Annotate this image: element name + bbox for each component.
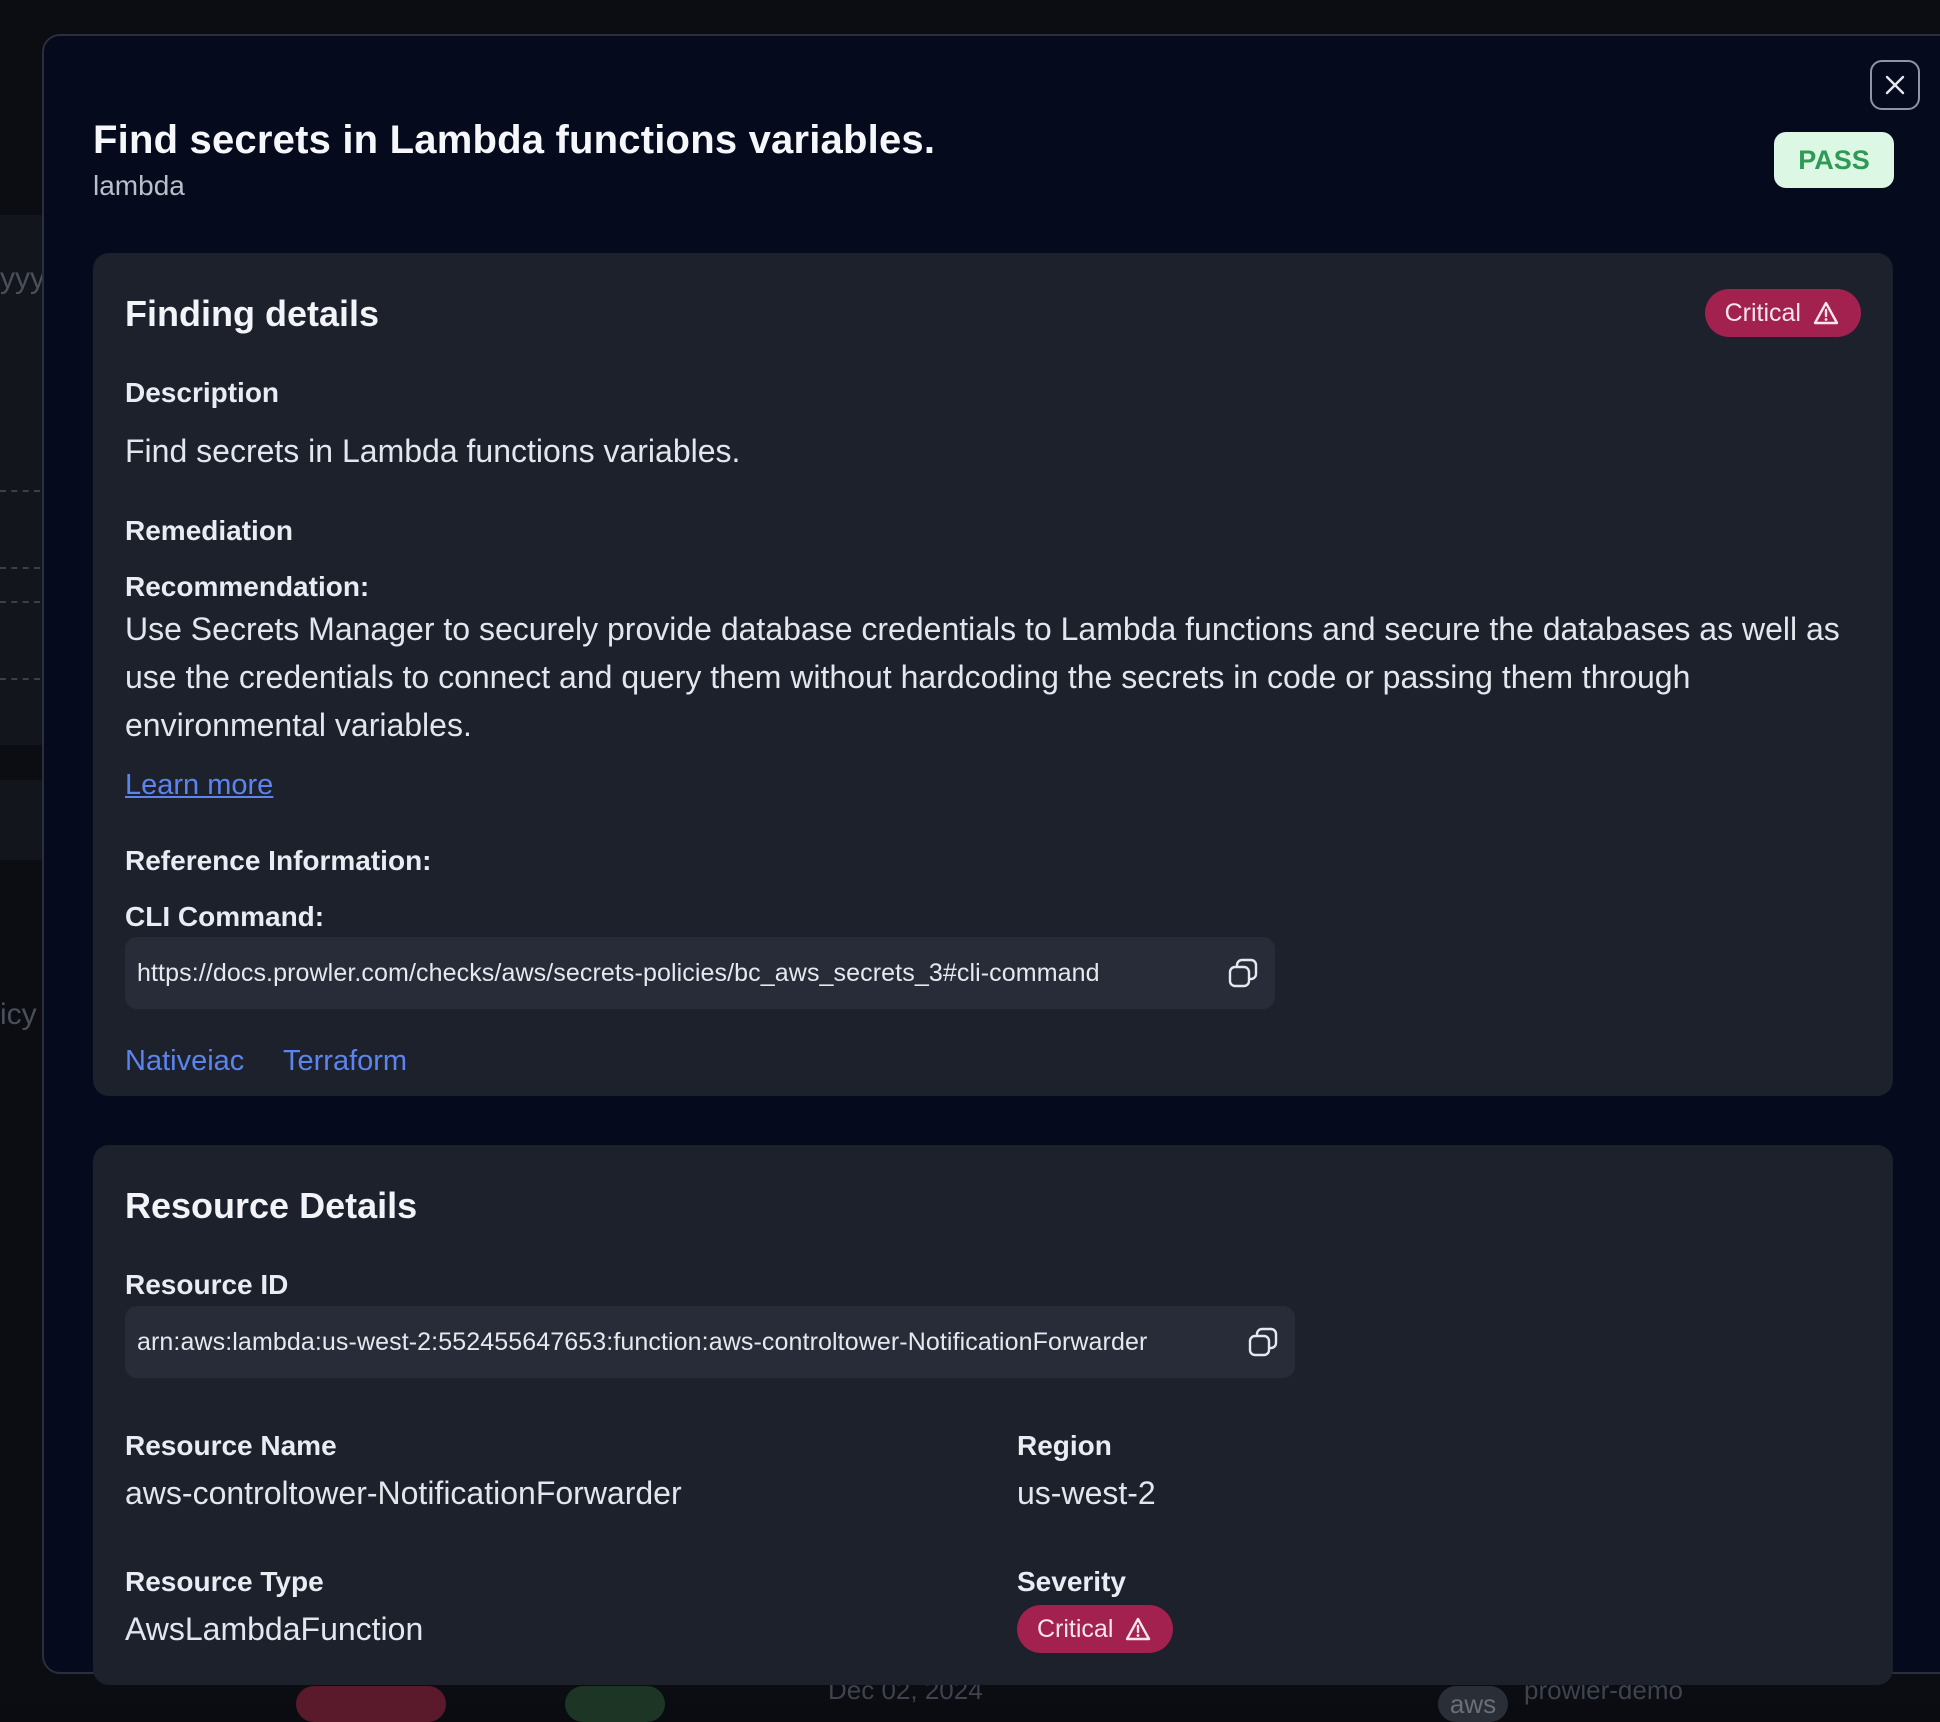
modal-subtitle: lambda [93, 170, 185, 201]
copy-icon[interactable] [1245, 1324, 1281, 1360]
resource-details-card: Resource Details Resource ID arn:aws:lam… [93, 1145, 1893, 1685]
region-value: us-west-2 [1017, 1475, 1156, 1511]
close-button[interactable] [1870, 60, 1920, 110]
resource-severity-badge: Critical [1017, 1605, 1174, 1653]
cli-command-box: https://docs.prowler.com/checks/aws/secr… [125, 937, 1275, 1009]
background-divider [0, 678, 40, 680]
recommendation-text: Use Secrets Manager to securely provide … [125, 611, 1840, 743]
nativeiac-link[interactable]: Nativeiac [125, 1045, 244, 1078]
close-icon [1885, 75, 1905, 95]
severity-badge: Critical [1704, 289, 1861, 337]
background-provider-badge: aws [1438, 1686, 1508, 1722]
resource-name-value: aws-controltower-NotificationForwarder [125, 1475, 682, 1511]
finding-details-heading: Finding details [125, 293, 380, 334]
copy-icon[interactable] [1225, 955, 1261, 991]
region-label: Region [1017, 1430, 1112, 1461]
warning-icon [1813, 301, 1839, 325]
resource-severity-badge-label: Critical [1037, 1614, 1114, 1643]
background-status-pill [565, 1686, 665, 1722]
recommendation-label: Recommendation: [125, 571, 370, 602]
finding-details-card: Finding details Critical Description Fin… [93, 253, 1893, 1096]
resource-type-value: AwsLambdaFunction [125, 1611, 424, 1647]
resource-id-box: arn:aws:lambda:us-west-2:552455647653:fu… [125, 1306, 1295, 1378]
resource-id-label: Resource ID [125, 1269, 289, 1300]
severity-badge-label: Critical [1724, 298, 1801, 327]
modal-title: Find secrets in Lambda functions variabl… [93, 118, 936, 162]
severity-label: Severity [1017, 1566, 1126, 1597]
status-badge: PASS [1774, 132, 1894, 188]
resource-id-text: arn:aws:lambda:us-west-2:552455647653:fu… [137, 1327, 1148, 1356]
remediation-label: Remediation [125, 515, 294, 546]
background-row [0, 780, 44, 860]
resource-type-label: Resource Type [125, 1566, 324, 1597]
resource-details-heading: Resource Details [125, 1185, 418, 1226]
description-label: Description [125, 377, 280, 408]
learn-more-link[interactable]: Learn more [125, 769, 273, 802]
warning-icon [1126, 1617, 1151, 1641]
background-text: yyy [0, 262, 45, 295]
background-severity-pill [296, 1686, 446, 1722]
background-divider [0, 567, 40, 569]
cli-command-text: https://docs.prowler.com/checks/aws/secr… [137, 958, 1100, 987]
terraform-link[interactable]: Terraform [283, 1045, 407, 1078]
description-text: Find secrets in Lambda functions variabl… [125, 433, 741, 469]
reference-information-label: Reference Information: [125, 845, 432, 876]
background-text: icy [0, 998, 37, 1031]
resource-name-label: Resource Name [125, 1430, 337, 1461]
background-divider [0, 601, 40, 603]
finding-detail-modal: Find secrets in Lambda functions variabl… [42, 34, 1940, 1685]
background-divider [0, 490, 40, 492]
cli-command-label: CLI Command: [125, 901, 325, 932]
